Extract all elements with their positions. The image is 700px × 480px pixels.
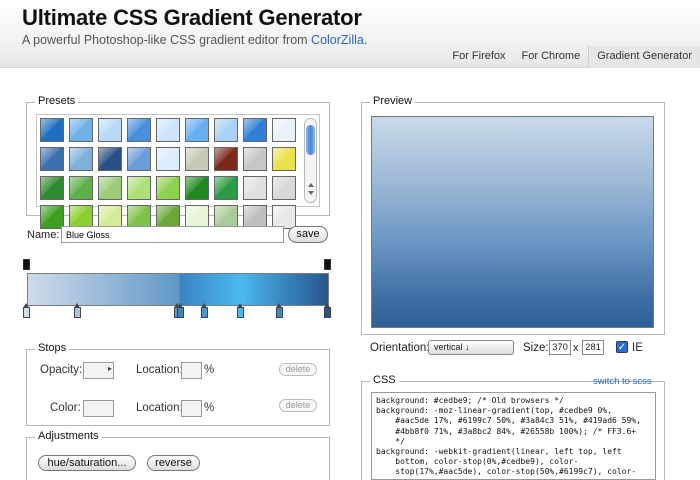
color-percent: % bbox=[204, 402, 215, 414]
color-location-label: Location: bbox=[136, 402, 183, 414]
preset-swatch[interactable] bbox=[40, 176, 64, 200]
colorzilla-link[interactable]: ColorZilla bbox=[311, 33, 364, 47]
preset-swatch[interactable] bbox=[243, 147, 267, 171]
opacity-stop-end[interactable] bbox=[324, 259, 331, 270]
preset-swatch[interactable] bbox=[243, 176, 267, 200]
width-input[interactable]: 370 bbox=[549, 340, 571, 355]
css-legend: CSS bbox=[370, 374, 399, 386]
size-separator: x bbox=[573, 342, 579, 354]
preset-swatch[interactable] bbox=[185, 118, 209, 142]
tab-for-chrome[interactable]: For Chrome bbox=[514, 46, 589, 68]
site-header: Ultimate CSS Gradient Generator A powerf… bbox=[0, 0, 700, 68]
name-label: Name: bbox=[27, 229, 60, 241]
preset-swatch[interactable] bbox=[98, 176, 122, 200]
subtitle-end: . bbox=[363, 33, 368, 47]
opacity-stepper-arrow[interactable]: ▸ bbox=[108, 364, 112, 373]
color-input[interactable] bbox=[83, 400, 114, 417]
page-subtitle: A powerful Photoshop-like CSS gradient e… bbox=[22, 33, 367, 47]
color-stop[interactable] bbox=[276, 303, 283, 318]
subtitle-text: A powerful Photoshop-like CSS gradient e… bbox=[22, 33, 312, 47]
preset-swatch[interactable] bbox=[156, 176, 180, 200]
orientation-label: Orientation: bbox=[370, 342, 430, 354]
size-label: Size: bbox=[523, 342, 549, 354]
gradient-preview[interactable] bbox=[371, 116, 654, 328]
scroll-up-icon[interactable] bbox=[308, 183, 314, 187]
color-stop[interactable] bbox=[74, 303, 81, 318]
color-stop[interactable] bbox=[23, 303, 30, 318]
gradient-name-input[interactable] bbox=[61, 226, 284, 243]
preset-swatch[interactable] bbox=[156, 147, 180, 171]
preset-swatch[interactable] bbox=[127, 147, 151, 171]
opacity-input[interactable]: ▸ bbox=[83, 362, 114, 379]
color-label: Color: bbox=[50, 402, 81, 414]
tab-for-firefox[interactable]: For Firefox bbox=[444, 46, 513, 68]
orientation-select[interactable]: vertical ↓ bbox=[428, 340, 514, 355]
preset-swatch[interactable] bbox=[214, 118, 238, 142]
hue-saturation-button[interactable]: hue/saturation... bbox=[38, 455, 136, 471]
save-button[interactable]: save bbox=[288, 226, 328, 243]
preset-swatch[interactable] bbox=[272, 118, 296, 142]
opacity-location-input[interactable] bbox=[181, 362, 202, 379]
preset-swatch[interactable] bbox=[40, 147, 64, 171]
preset-swatch[interactable] bbox=[214, 147, 238, 171]
preset-swatch[interactable] bbox=[185, 176, 209, 200]
height-input[interactable]: 281 bbox=[582, 340, 604, 355]
scroll-down-icon[interactable] bbox=[308, 191, 314, 195]
preset-scrollbar[interactable] bbox=[304, 118, 317, 203]
presets-panel: Presets bbox=[26, 95, 330, 229]
opacity-percent: % bbox=[204, 364, 215, 376]
color-stop[interactable] bbox=[324, 303, 331, 318]
tab-gradient-generator[interactable]: Gradient Generator bbox=[588, 46, 700, 68]
preset-list bbox=[36, 114, 320, 229]
opacity-location-label: Location: bbox=[136, 364, 183, 376]
preset-swatch[interactable] bbox=[40, 118, 64, 142]
presets-legend: Presets bbox=[35, 95, 79, 107]
color-location-input[interactable] bbox=[181, 400, 202, 417]
opacity-stop-start[interactable] bbox=[23, 259, 30, 270]
switch-to-scss-link[interactable]: switch to scss bbox=[593, 376, 652, 387]
reverse-button[interactable]: reverse bbox=[147, 455, 200, 471]
page-title: Ultimate CSS Gradient Generator bbox=[22, 5, 362, 30]
css-output[interactable]: background: #cedbe9; /* Old browsers */ … bbox=[371, 392, 656, 480]
top-nav: For Firefox For Chrome Gradient Generato… bbox=[444, 46, 700, 68]
preset-swatch-grid bbox=[40, 118, 304, 229]
ie-label: IE bbox=[632, 342, 643, 354]
delete-opacity-stop-button[interactable]: delete bbox=[279, 363, 317, 376]
preset-swatch[interactable] bbox=[243, 118, 267, 142]
color-stop[interactable] bbox=[201, 303, 208, 318]
adjustments-panel: Adjustments hue/saturation... reverse bbox=[26, 430, 330, 480]
preset-swatch[interactable] bbox=[156, 118, 180, 142]
preset-swatch[interactable] bbox=[69, 147, 93, 171]
preset-swatch[interactable] bbox=[98, 118, 122, 142]
gradient-editor-bar[interactable] bbox=[27, 273, 329, 306]
stops-panel: Stops Opacity: ▸ Location: % delete Colo… bbox=[26, 342, 330, 426]
scrollbar-thumb[interactable] bbox=[306, 125, 315, 155]
preview-legend: Preview bbox=[370, 95, 416, 107]
preset-swatch[interactable] bbox=[272, 147, 296, 171]
ie-checkbox[interactable]: ✓ bbox=[616, 341, 628, 353]
color-stop[interactable] bbox=[177, 303, 184, 318]
color-stop[interactable] bbox=[237, 303, 244, 318]
preset-swatch[interactable] bbox=[69, 118, 93, 142]
preset-swatch[interactable] bbox=[272, 176, 296, 200]
preset-swatch[interactable] bbox=[127, 118, 151, 142]
preset-swatch[interactable] bbox=[127, 176, 151, 200]
preset-swatch[interactable] bbox=[69, 176, 93, 200]
adjustments-legend: Adjustments bbox=[35, 430, 102, 442]
delete-color-stop-button[interactable]: delete bbox=[279, 399, 317, 412]
preset-swatch[interactable] bbox=[185, 147, 209, 171]
opacity-label: Opacity: bbox=[40, 364, 83, 376]
stops-legend: Stops bbox=[35, 342, 70, 354]
preset-swatch[interactable] bbox=[98, 147, 122, 171]
preset-swatch[interactable] bbox=[214, 176, 238, 200]
